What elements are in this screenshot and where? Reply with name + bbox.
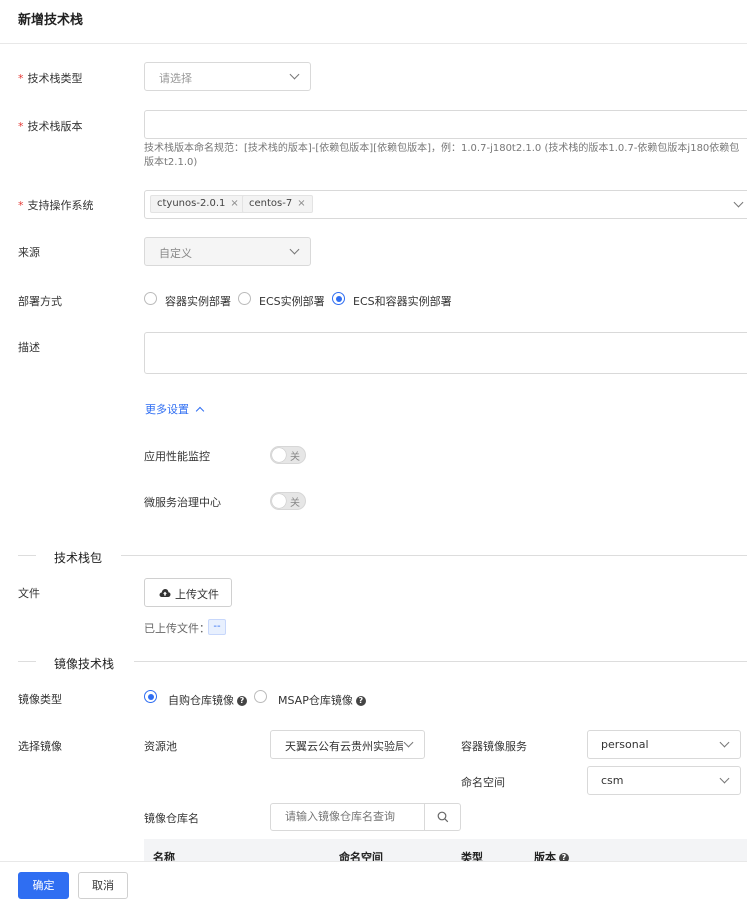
registry-select[interactable]: personal	[587, 730, 741, 759]
cloud-upload-icon	[159, 589, 171, 597]
section-divider	[18, 661, 36, 662]
section-divider	[121, 555, 747, 556]
uploaded-label: 已上传文件：	[144, 622, 210, 635]
msap-registry-text: MSAP仓库镜像	[278, 694, 353, 707]
image-section-title: 镜像技术栈	[54, 655, 125, 672]
section-divider	[134, 661, 747, 662]
radio-label-self-registry[interactable]: 自购仓库镜像?	[168, 692, 247, 708]
source-label: 来源	[18, 246, 40, 259]
close-icon[interactable]: ×	[297, 198, 305, 209]
switch-state: 关	[290, 498, 300, 509]
radio-label-msap-registry[interactable]: MSAP仓库镜像?	[278, 692, 366, 708]
repo-label: 镜像仓库名	[144, 812, 199, 825]
help-icon[interactable]: ?	[355, 696, 366, 706]
confirm-button[interactable]: 确定	[18, 872, 69, 899]
deploy-label: 部署方式	[18, 295, 62, 308]
description-textarea[interactable]	[144, 332, 747, 374]
search-icon	[437, 811, 449, 823]
msc-label: 微服务治理中心	[144, 496, 221, 509]
registry-value: personal	[601, 738, 649, 751]
section-divider	[18, 555, 36, 556]
stack-version-label: 技术栈版本	[18, 118, 83, 134]
switch-knob	[272, 494, 286, 508]
chevron-up-icon	[195, 406, 204, 416]
description-label: 描述	[18, 341, 40, 354]
stack-type-select[interactable]: 请选择	[144, 62, 311, 91]
chevron-down-icon	[403, 737, 414, 748]
stack-version-hint: 技术栈版本命名规范：[技术栈的版本]-[依赖包版本][依赖包版本]，例：1.0.…	[144, 143, 740, 168]
header-divider	[0, 43, 747, 44]
os-tag-ctyunos: ctyunos-2.0.1 ×	[150, 195, 246, 213]
uploaded-file-value: --	[208, 619, 226, 635]
namespace-label: 命名空间	[461, 776, 505, 789]
help-icon[interactable]: ?	[237, 696, 247, 706]
chevron-down-icon	[289, 244, 300, 255]
switch-state: 关	[290, 452, 300, 463]
os-multiselect[interactable]: ctyunos-2.0.1 × centos-7 ×	[144, 190, 747, 219]
os-tag-label: centos-7	[249, 198, 293, 209]
repo-search-input[interactable]	[270, 803, 426, 831]
radio-msap-registry[interactable]	[254, 690, 267, 703]
os-tag-centos: centos-7 ×	[242, 195, 313, 213]
radio-self-registry[interactable]	[144, 690, 157, 703]
self-registry-text: 自购仓库镜像	[168, 694, 234, 707]
radio-label-ecs-container-deploy[interactable]: ECS和容器实例部署	[353, 293, 452, 309]
more-settings-label: 更多设置	[145, 403, 189, 416]
chevron-down-icon	[289, 69, 300, 80]
pool-label: 资源池	[144, 740, 177, 753]
select-image-label: 选择镜像	[18, 740, 62, 753]
source-select[interactable]: 自定义	[144, 237, 311, 266]
radio-ecs-deploy[interactable]	[238, 292, 251, 305]
cancel-button[interactable]: 取消	[78, 872, 128, 899]
stack-type-placeholder: 请选择	[159, 72, 192, 85]
package-section-title: 技术栈包	[54, 549, 113, 566]
page-title: 新增技术栈	[18, 13, 84, 28]
chevron-down-icon	[719, 737, 730, 748]
os-tag-label: ctyunos-2.0.1	[157, 198, 226, 209]
radio-ecs-container-deploy[interactable]	[332, 292, 345, 305]
image-type-label: 镜像类型	[18, 693, 62, 706]
stack-version-input[interactable]	[144, 110, 747, 139]
more-settings-toggle[interactable]: 更多设置	[145, 401, 204, 417]
pool-select[interactable]: 天翼云公有云贵州实验局	[270, 730, 425, 759]
pool-value: 天翼云公有云贵州实验局	[285, 740, 403, 753]
chevron-down-icon	[733, 197, 744, 208]
msc-switch[interactable]: 关	[270, 492, 306, 510]
radio-container-deploy[interactable]	[144, 292, 157, 305]
namespace-select[interactable]: csm	[587, 766, 741, 795]
file-label: 文件	[18, 587, 40, 600]
chevron-down-icon	[719, 773, 730, 784]
apm-switch[interactable]: 关	[270, 446, 306, 464]
apm-label: 应用性能监控	[144, 450, 210, 463]
source-value: 自定义	[159, 247, 192, 260]
upload-file-button[interactable]: 上传文件	[144, 578, 232, 607]
switch-knob	[272, 448, 286, 462]
os-label: 支持操作系统	[18, 197, 94, 213]
namespace-value: csm	[601, 774, 624, 787]
registry-label: 容器镜像服务	[461, 740, 527, 753]
upload-file-label: 上传文件	[175, 588, 219, 601]
close-icon[interactable]: ×	[230, 198, 238, 209]
stack-type-label: 技术栈类型	[18, 70, 83, 86]
repo-search-button[interactable]	[424, 803, 461, 831]
radio-label-ecs-deploy[interactable]: ECS实例部署	[259, 293, 325, 309]
radio-label-container-deploy[interactable]: 容器实例部署	[165, 293, 231, 309]
